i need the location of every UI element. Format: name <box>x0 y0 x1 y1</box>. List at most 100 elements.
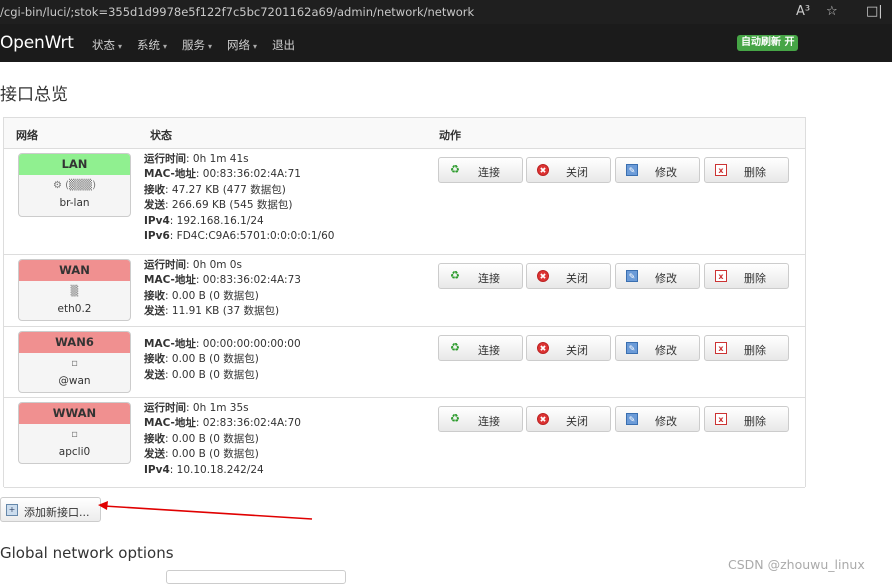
status-value: 0h 0m 0s <box>192 259 242 271</box>
interface-name: WAN <box>19 260 130 281</box>
table-row: LAN ⚙ (▒▒▒) br-lan 运行时间: 0h 1m 41s MAC-地址: 0… <box>4 149 805 255</box>
connect-button[interactable]: ♻ 连接 <box>438 406 523 432</box>
status-separator: : <box>169 463 177 476</box>
menu-item-system[interactable]: 系统 ▾ <box>137 37 167 53</box>
arrow-head <box>98 501 108 510</box>
status-key: 发送 <box>144 368 165 381</box>
chevron-down-icon: ▾ <box>253 42 258 51</box>
connect-label: 连接 <box>478 344 500 357</box>
stop-icon: ✖ <box>537 164 549 176</box>
edit-button[interactable]: ✎ 修改 <box>615 263 700 289</box>
edit-button[interactable]: ✎ 修改 <box>615 406 700 432</box>
status-line: 发送: 11.91 KB (37 数据包) <box>144 304 301 319</box>
watermark: CSDN @zhouwu_linux <box>728 557 865 572</box>
status-line: 接收: 0.00 B (0 数据包) <box>144 432 301 447</box>
page-title: 接口总览 <box>0 85 68 105</box>
header-status: 状态 <box>150 129 172 142</box>
edit-label: 修改 <box>655 344 677 357</box>
connect-label: 连接 <box>478 166 500 179</box>
delete-button[interactable]: x 删除 <box>704 263 789 289</box>
status-line: MAC-地址: 00:83:36:02:4A:71 <box>144 167 334 182</box>
stop-button[interactable]: ✖ 关闭 <box>526 406 611 432</box>
status-key: IPv6 <box>144 230 170 243</box>
connect-label: 连接 <box>478 272 500 285</box>
interface-badge: WAN ▒ eth0.2 <box>18 259 131 321</box>
stop-icon: ✖ <box>537 270 549 282</box>
delete-icon: x <box>715 270 727 282</box>
global-options-input[interactable] <box>166 570 346 584</box>
network-device-icon: ⚙ (▒▒▒) <box>52 180 97 191</box>
menu-item-network[interactable]: 网络 ▾ <box>227 37 257 53</box>
read-aloud-icon[interactable]: A³ <box>796 0 810 24</box>
status-value: 10.10.18.242/24 <box>176 463 264 476</box>
chevron-down-icon: ▾ <box>163 42 168 51</box>
status-line: MAC-地址: 00:00:00:00:00:00 <box>144 337 301 352</box>
status-separator: : <box>195 417 203 430</box>
delete-label: 删除 <box>744 415 766 428</box>
url-text[interactable]: /cgi-bin/luci/;stok=355d1d9978e5f122f7c5… <box>0 0 474 24</box>
reload-icon: ♻ <box>450 269 460 282</box>
brand-logo[interactable]: OpenWrt <box>0 33 74 53</box>
table-row: WAN ▒ eth0.2 运行时间: 0h 0m 0s MAC-地址: 00:83:36… <box>4 255 805 327</box>
top-navbar: OpenWrt 状态 ▾ 系统 ▾ 服务 ▾ 网络 ▾ 退出 自动刷新 开 <box>0 24 892 62</box>
status-key: 接收 <box>144 183 165 196</box>
status-key: 接收 <box>144 289 165 302</box>
chevron-down-icon: ▾ <box>118 42 123 51</box>
stop-button[interactable]: ✖ 关闭 <box>526 263 611 289</box>
status-value: 0.00 B (0 数据包) <box>171 353 259 366</box>
delete-button[interactable]: x 删除 <box>704 157 789 183</box>
status-line: 运行时间: 0h 1m 35s <box>144 401 301 416</box>
menu-item-services[interactable]: 服务 ▾ <box>182 37 212 53</box>
connect-button[interactable]: ♻ 连接 <box>438 263 523 289</box>
status-line: MAC-地址: 00:83:36:02:4A:73 <box>144 273 301 288</box>
edit-button[interactable]: ✎ 修改 <box>615 335 700 361</box>
add-interface-label: 添加新接口... <box>24 506 90 519</box>
status-value: 00:83:36:02:4A:71 <box>202 168 301 181</box>
delete-button[interactable]: x 删除 <box>704 335 789 361</box>
delete-label: 删除 <box>744 272 766 285</box>
status-line: 运行时间: 0h 0m 0s <box>144 258 301 273</box>
interface-name: WAN6 <box>19 332 130 353</box>
menu-item-status[interactable]: 状态 ▾ <box>92 37 122 53</box>
status-separator: : <box>165 448 172 461</box>
auto-refresh-toggle[interactable]: 自动刷新 开 <box>737 35 799 51</box>
status-separator: : <box>165 368 172 381</box>
connect-button[interactable]: ♻ 连接 <box>438 157 523 183</box>
edit-button[interactable]: ✎ 修改 <box>615 157 700 183</box>
interface-status: 运行时间: 0h 0m 0s MAC-地址: 00:83:36:02:4A:73 接… <box>144 258 301 320</box>
status-value: 00:00:00:00:00:00 <box>202 338 301 350</box>
delete-label: 删除 <box>744 344 766 357</box>
reload-icon: ♻ <box>450 163 460 176</box>
add-interface-button[interactable]: + 添加新接口... <box>0 497 101 522</box>
status-separator: : <box>165 289 172 302</box>
reload-icon: ♻ <box>450 341 460 354</box>
delete-icon: x <box>715 413 727 425</box>
status-separator: : <box>165 353 172 366</box>
status-key: MAC-地址 <box>144 168 196 181</box>
favorite-star-icon[interactable]: ☆ <box>826 0 838 24</box>
status-line: IPv4: 192.168.16.1/24 <box>144 214 334 229</box>
add-icon: + <box>6 504 18 516</box>
split-screen-icon[interactable]: □| <box>866 0 883 24</box>
status-separator: : <box>165 199 172 212</box>
stop-button[interactable]: ✖ 关闭 <box>526 157 611 183</box>
stop-button[interactable]: ✖ 关闭 <box>526 335 611 361</box>
status-key: 发送 <box>144 448 165 461</box>
edit-icon: ✎ <box>626 342 638 354</box>
interface-badge: WAN6 ▫ @wan <box>18 331 131 393</box>
arrow-shaft <box>103 505 313 520</box>
interface-name: LAN <box>19 154 130 175</box>
menu-item-logout[interactable]: 退出 <box>272 37 295 53</box>
status-line: 接收: 0.00 B (0 数据包) <box>144 289 301 304</box>
status-separator: : <box>165 183 172 196</box>
delete-button[interactable]: x 删除 <box>704 406 789 432</box>
status-line: IPv6: FD4C:C9A6:5701:0:0:0:0:1/60 <box>144 229 334 244</box>
interface-status: MAC-地址: 00:00:00:00:00:00 接收: 0.00 B (0 数… <box>144 337 301 383</box>
status-line: 接收: 47.27 KB (477 数据包) <box>144 183 334 198</box>
main-menu: 状态 ▾ 系统 ▾ 服务 ▾ 网络 ▾ 退出 <box>92 37 295 53</box>
connect-button[interactable]: ♻ 连接 <box>438 335 523 361</box>
status-line: 发送: 0.00 B (0 数据包) <box>144 368 301 383</box>
status-value: FD4C:C9A6:5701:0:0:0:0:1/60 <box>176 230 335 243</box>
browser-address-bar[interactable]: /cgi-bin/luci/;stok=355d1d9978e5f122f7c5… <box>0 0 892 24</box>
status-key: 接收 <box>144 432 165 445</box>
